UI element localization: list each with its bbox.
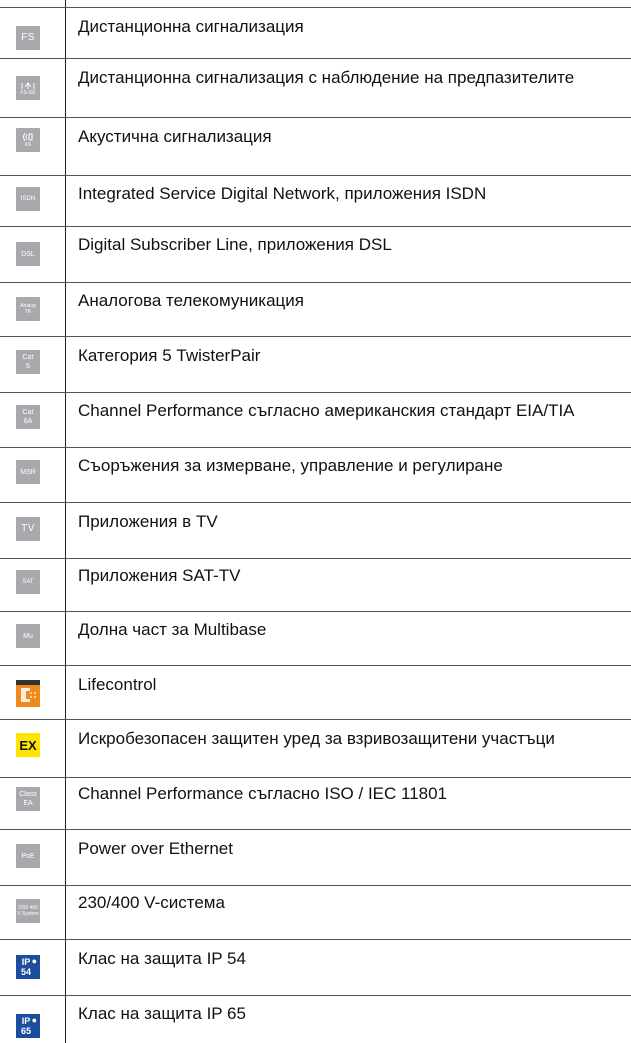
row-divider [0, 777, 631, 778]
row-divider [0, 995, 631, 996]
water-drop-icon: ● [31, 1015, 37, 1025]
row-divider [0, 58, 631, 59]
legend-text: Lifecontrol [78, 675, 157, 694]
fs-icon: FS [16, 26, 40, 50]
msr-icon: MSR [16, 460, 40, 484]
tv-icon: TV [16, 517, 40, 541]
row-divider [0, 829, 631, 830]
water-drop-icon: ● [31, 956, 37, 966]
isdn-icon: ISDN [16, 187, 40, 211]
lifecontrol-symbol-icon [16, 680, 40, 702]
fuse-symbol-icon [21, 81, 35, 89]
legend-text: Дистанционна сигнализация [78, 17, 304, 36]
legend-text: Integrated Service Digital Network, прил… [78, 184, 487, 203]
legend-text: Дистанционна сигнализация с наблюдение н… [78, 68, 575, 87]
legend-text: Аналогова телекомуникация [78, 291, 304, 310]
cat6a-icon: Cat 6A [16, 405, 40, 429]
ip54-icon: IP 54 ● [16, 955, 40, 979]
legend-text: Долна част за Multibase [78, 620, 267, 639]
row-divider [0, 282, 631, 283]
class-ea-icon: Class EA [16, 787, 40, 811]
legend-text: Акустична сигнализация [78, 127, 272, 146]
legend-text: Клас на защита IP 65 [78, 1004, 246, 1023]
legend-text: Съоръжения за измерване, управление и ре… [78, 456, 503, 475]
speaker-icon [23, 132, 33, 142]
row-divider [0, 939, 631, 940]
sat-icon: SAT [16, 570, 40, 594]
poe-icon: PoE [16, 844, 40, 868]
dsl-icon: DSL [16, 242, 40, 266]
row-divider [0, 336, 631, 337]
legend-text: Power over Ethernet [78, 839, 233, 858]
row-divider [0, 175, 631, 176]
row-divider [0, 611, 631, 612]
column-divider [65, 0, 66, 1043]
row-divider [0, 447, 631, 448]
row-divider [0, 117, 631, 118]
multibase-icon: Mu [16, 624, 40, 648]
cat5-icon: Cat 5 [16, 350, 40, 374]
row-divider [0, 392, 631, 393]
ip65-icon: IP 65 ● [16, 1014, 40, 1038]
legend-text: Приложения в TV [78, 512, 218, 531]
230-400v-system-icon: 230/ 400 V System [16, 899, 40, 923]
fs-su-icon: FS-SÜ [16, 76, 40, 100]
analog-tk-icon: Analog TK [16, 297, 40, 321]
row-divider [0, 558, 631, 559]
legend-text: Приложения SAT-TV [78, 566, 241, 585]
legend-text: Channel Performance съгласно ISO / IEC 1… [78, 784, 448, 803]
legend-text: Клас на защита IP 54 [78, 949, 246, 968]
legend-text: Искробезопасен защитен уред за взривозащ… [78, 729, 555, 748]
row-divider [0, 226, 631, 227]
row-divider [0, 665, 631, 666]
legend-text: Channel Performance съгласно американски… [78, 401, 575, 420]
row-divider [0, 719, 631, 720]
legend-text: Категория 5 TwisterPair [78, 346, 261, 365]
ex-icon: EX [16, 733, 40, 757]
legend-text: Digital Subscriber Line, приложения DSL [78, 235, 392, 254]
row-divider [0, 7, 631, 8]
legend-text: 230/400 V-система [78, 893, 225, 912]
acoustic-signal-icon: AS [16, 128, 40, 152]
lifecontrol-icon: Life Control [16, 680, 40, 707]
row-divider [0, 885, 631, 886]
row-divider [0, 502, 631, 503]
